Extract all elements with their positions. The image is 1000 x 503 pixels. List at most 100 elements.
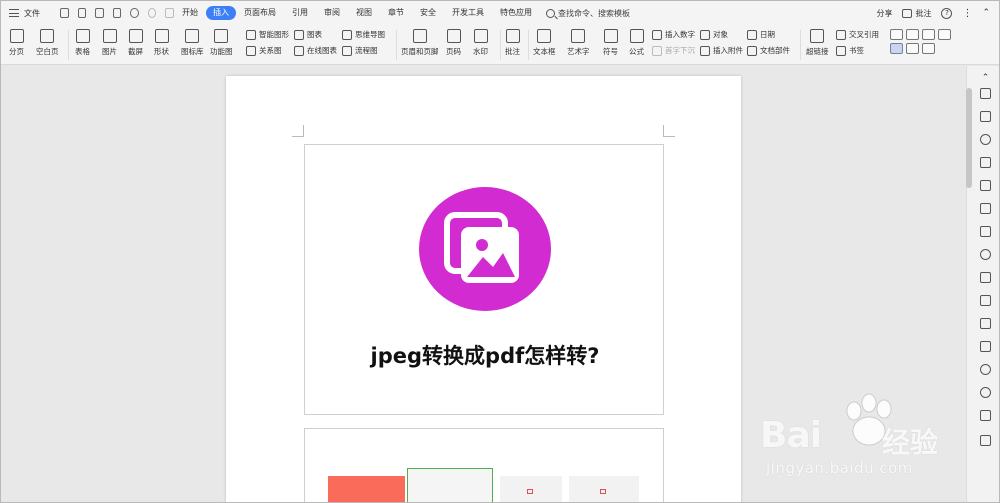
- download-icon[interactable]: [980, 364, 991, 375]
- stats-icon[interactable]: [980, 435, 991, 446]
- gallery-glyph-icon: [444, 212, 519, 283]
- scroll-up-icon[interactable]: ⌃: [980, 73, 991, 84]
- share-button[interactable]: 分享: [876, 8, 892, 19]
- smart-graphic-icon: [246, 29, 256, 40]
- shapes-button[interactable]: 形状: [154, 29, 169, 57]
- redo-icon[interactable]: [147, 8, 157, 18]
- help-icon[interactable]: ?: [941, 7, 953, 19]
- relation-chart-button[interactable]: 关系图: [246, 45, 282, 56]
- cross-reference-button[interactable]: 交叉引用: [836, 29, 879, 40]
- tab-page-layout[interactable]: 页面布局: [236, 6, 284, 20]
- screenshot-label: 截屏: [128, 47, 143, 56]
- feedback-icon[interactable]: [980, 410, 991, 421]
- title-right-controls: 分享 批注 ? ⋮ ⌃: [876, 0, 990, 26]
- image-panel-icon[interactable]: [980, 272, 991, 283]
- style-icon[interactable]: [980, 157, 991, 168]
- table-button[interactable]: 表格: [75, 29, 90, 57]
- pointer-icon[interactable]: [980, 111, 991, 122]
- quick-style-1[interactable]: [890, 29, 903, 40]
- blank-page-button[interactable]: 空白页: [36, 29, 59, 57]
- word-art-label: 艺术字: [567, 47, 590, 56]
- more-icon[interactable]: ⋮: [962, 8, 972, 19]
- doc-parts-button[interactable]: 文档部件: [747, 45, 790, 56]
- function-chart-button[interactable]: 功能图: [210, 29, 233, 57]
- watermark-button[interactable]: 水印: [473, 29, 488, 57]
- chart-icon: [294, 29, 304, 40]
- settings-panel-icon[interactable]: [980, 226, 991, 237]
- picture-panel-icon[interactable]: [980, 341, 991, 352]
- vertical-scrollbar[interactable]: [966, 88, 972, 188]
- hyperlink-button[interactable]: 超链接: [806, 29, 829, 57]
- tab-developer[interactable]: 开发工具: [444, 6, 492, 20]
- save-icon[interactable]: [60, 8, 69, 18]
- tab-section[interactable]: 章节: [380, 6, 412, 20]
- file-menu-label: 文件: [24, 8, 40, 18]
- object-button[interactable]: 对象: [700, 29, 728, 40]
- comment-menu-button[interactable]: 批注: [902, 8, 931, 19]
- embedded-image-1[interactable]: jpeg转换成pdf怎样转?: [304, 144, 664, 415]
- quick-style-2[interactable]: [906, 29, 919, 40]
- tab-review[interactable]: 审阅: [316, 6, 348, 20]
- flowchart-button[interactable]: 流程图: [342, 45, 378, 56]
- collapse-ribbon-icon[interactable]: ⌃: [982, 8, 990, 18]
- document-canvas[interactable]: jpeg转换成pdf怎样转?: [0, 66, 966, 503]
- history-icon[interactable]: [980, 249, 991, 260]
- customize-icon[interactable]: [165, 8, 175, 18]
- quick-style-6[interactable]: [906, 43, 919, 54]
- insert-number-button[interactable]: 插入数字: [652, 29, 695, 40]
- insert-attachment-button[interactable]: 插入附件: [700, 45, 743, 56]
- insert-number-label: 插入数字: [665, 30, 695, 39]
- function-chart-icon: [214, 29, 229, 43]
- header-footer-button[interactable]: 页眉和页脚: [401, 29, 439, 57]
- small-red-icon: [527, 489, 533, 494]
- smart-graphic-button[interactable]: 智能图形: [246, 29, 289, 40]
- comment-icon: [902, 8, 913, 18]
- quick-style-3[interactable]: [922, 29, 935, 40]
- command-search[interactable]: 查找命令、搜索模板: [546, 8, 630, 19]
- formula-button[interactable]: 公式: [629, 29, 644, 57]
- online-chart-button[interactable]: 在线图表: [294, 45, 337, 56]
- help-panel-icon[interactable]: [980, 387, 991, 398]
- table-panel-icon[interactable]: [980, 203, 991, 214]
- pen-icon[interactable]: [980, 88, 991, 99]
- symbol-button[interactable]: 符号: [603, 29, 618, 57]
- bookmark-button[interactable]: 书签: [836, 45, 864, 56]
- mind-map-button[interactable]: 思维导图: [342, 29, 385, 40]
- insert-number-icon: [652, 29, 662, 40]
- picture-button[interactable]: 图片: [102, 29, 117, 57]
- ribbon: 分页 空白页 表格 图片 截屏 形状 图标库 功能图 智能图形 关系图 图表 在…: [0, 26, 1000, 65]
- date-button[interactable]: 日期: [747, 29, 775, 40]
- quick-style-4[interactable]: [938, 29, 951, 40]
- chart-button[interactable]: 图表: [294, 29, 322, 40]
- quick-style-5[interactable]: [890, 43, 903, 54]
- print-preview-icon[interactable]: [77, 8, 87, 18]
- icon-library-button[interactable]: 图标库: [181, 29, 204, 57]
- screenshot-button[interactable]: 截屏: [128, 29, 143, 57]
- translate-icon[interactable]: [980, 295, 991, 306]
- shapes-panel-icon[interactable]: [980, 134, 991, 145]
- drop-cap-button[interactable]: 首字下沉: [652, 45, 695, 56]
- tab-insert[interactable]: 插入: [206, 6, 236, 20]
- share-panel-icon[interactable]: [980, 180, 991, 191]
- library-icon[interactable]: [980, 318, 991, 329]
- tab-home[interactable]: 开始: [174, 6, 206, 20]
- tab-special[interactable]: 特色应用: [492, 6, 540, 20]
- tab-security[interactable]: 安全: [412, 6, 444, 20]
- page-number-button[interactable]: 页码: [446, 29, 461, 57]
- embedded-image-2[interactable]: [304, 428, 664, 503]
- undo-icon[interactable]: [130, 8, 139, 18]
- screenshot-icon: [128, 29, 143, 43]
- comment-button[interactable]: 批注: [505, 29, 520, 57]
- page-break-button[interactable]: 分页: [9, 29, 24, 57]
- file-menu[interactable]: 文件: [0, 8, 54, 19]
- tab-view[interactable]: 视图: [348, 6, 380, 20]
- page-break-label: 分页: [9, 47, 24, 56]
- text-box-button[interactable]: 文本框: [533, 29, 556, 57]
- export-pdf-icon[interactable]: [112, 8, 122, 18]
- word-art-button[interactable]: 艺术字: [567, 29, 590, 57]
- print-icon[interactable]: [95, 8, 104, 18]
- tab-references[interactable]: 引用: [284, 6, 316, 20]
- document-page[interactable]: jpeg转换成pdf怎样转?: [226, 76, 741, 503]
- quick-style-7[interactable]: [922, 43, 935, 54]
- function-chart-label: 功能图: [210, 47, 233, 56]
